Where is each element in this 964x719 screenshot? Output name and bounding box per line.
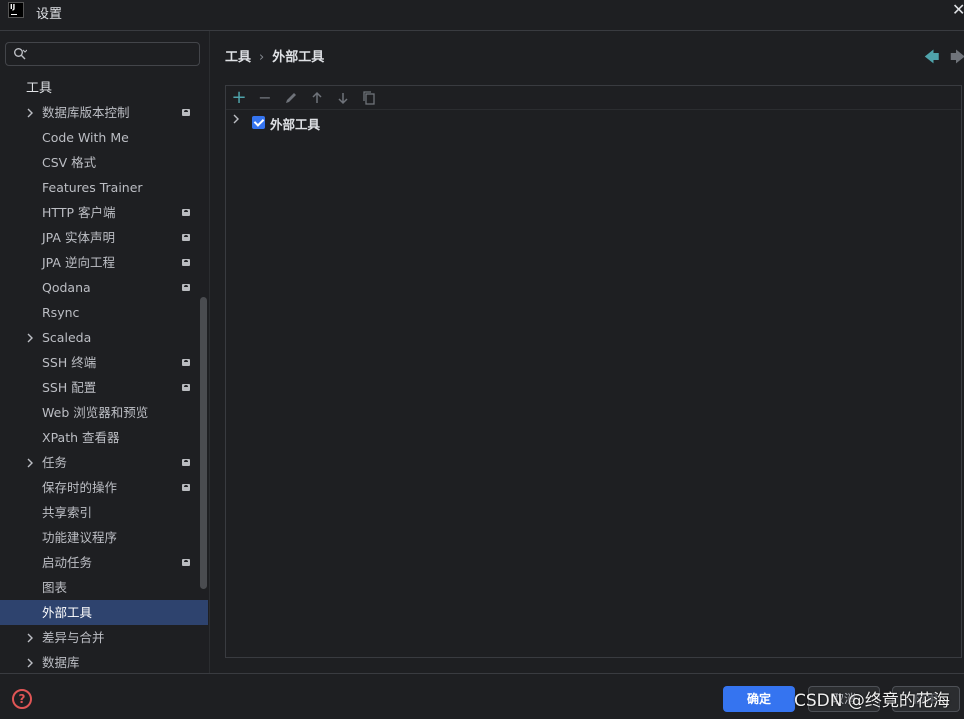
sidebar-scrollbar[interactable] xyxy=(200,297,207,589)
tool-group-label: 外部工具 xyxy=(270,117,321,132)
sidebar-item[interactable]: SSH 终端 xyxy=(0,350,208,375)
search-box[interactable] xyxy=(5,42,200,66)
title-bar: IJ 设置 ✕ xyxy=(0,0,964,31)
sidebar-item-label: 图表 xyxy=(42,580,68,595)
intellij-logo-icon: IJ xyxy=(8,2,24,18)
tree-section-tools[interactable]: 工具 xyxy=(26,77,52,96)
sidebar-item[interactable]: 保存时的操作 xyxy=(0,475,208,500)
help-icon[interactable]: ? xyxy=(12,689,32,709)
back-arrow-icon[interactable]: 🡄 xyxy=(924,47,940,72)
sidebar-item[interactable]: 图表 xyxy=(0,575,208,600)
close-icon[interactable]: ✕ xyxy=(952,0,964,19)
window-title: 设置 xyxy=(36,7,63,22)
forward-arrow-icon[interactable]: 🡆 xyxy=(950,47,964,72)
sidebar-item-label: 外部工具 xyxy=(42,605,93,620)
sidebar-item-label: 数据库版本控制 xyxy=(42,105,130,120)
sidebar-item[interactable]: HTTP 客户端 xyxy=(0,200,208,225)
sidebar-item-label: 功能建议程序 xyxy=(42,530,118,545)
sidebar-item[interactable]: 数据库 xyxy=(0,650,208,675)
sidebar-item-label: JPA 逆向工程 xyxy=(42,255,115,270)
sidebar-item[interactable]: 任务 xyxy=(0,450,208,475)
sidebar-item-label: Rsync xyxy=(42,305,80,320)
project-level-icon xyxy=(182,459,190,466)
breadcrumb-item-external-tools: 外部工具 xyxy=(272,50,325,65)
move-down-icon[interactable] xyxy=(333,88,353,108)
sidebar-item-label: 数据库 xyxy=(42,655,80,670)
project-level-icon xyxy=(182,484,190,491)
expand-chevron-icon[interactable] xyxy=(232,113,240,127)
chevron-right-icon[interactable] xyxy=(26,625,36,650)
sidebar-item[interactable]: SSH 配置 xyxy=(0,375,208,400)
chevron-right-icon[interactable] xyxy=(26,325,36,350)
sidebar-item[interactable]: 共享索引 xyxy=(0,500,208,525)
add-icon[interactable]: + xyxy=(229,88,249,108)
breadcrumb: 工具 › 外部工具 xyxy=(225,46,324,65)
project-level-icon xyxy=(182,284,190,291)
tools-toolbar: + − xyxy=(226,86,961,110)
project-level-icon xyxy=(182,384,190,391)
sidebar-item-label: 保存时的操作 xyxy=(42,480,118,495)
search-input[interactable] xyxy=(32,45,192,63)
sidebar-item[interactable]: Scaleda xyxy=(0,325,208,350)
sidebar-item-label: Features Trainer xyxy=(42,180,143,195)
sidebar-item-label: 差异与合并 xyxy=(42,630,105,645)
ok-button[interactable]: 确定 xyxy=(723,686,795,712)
sidebar-item[interactable]: 外部工具 xyxy=(0,600,208,625)
breadcrumb-item-tools[interactable]: 工具 xyxy=(225,50,251,65)
breadcrumb-separator: › xyxy=(259,50,265,65)
sidebar-item-label: 任务 xyxy=(42,455,68,470)
sidebar-item-label: 共享索引 xyxy=(42,505,93,520)
main-panel: 工具 › 外部工具 🡄 🡆 + − 外部工具 xyxy=(210,31,964,673)
sidebar-item-label: SSH 配置 xyxy=(42,380,97,395)
tool-group-checkbox[interactable] xyxy=(252,116,265,129)
watermark: CSDN @终竟的花海 xyxy=(794,691,950,711)
sidebar-item-label: Code With Me xyxy=(42,130,129,145)
tool-group-row[interactable]: 外部工具 xyxy=(226,112,961,132)
sidebar-item[interactable]: 功能建议程序 xyxy=(0,525,208,550)
search-icon xyxy=(14,48,27,60)
sidebar-item-label: HTTP 客户端 xyxy=(42,205,116,220)
settings-tree: 数据库版本控制 Code With Me CSV 格式 Features Traine… xyxy=(0,100,208,675)
sidebar-item[interactable]: XPath 查看器 xyxy=(0,425,208,450)
sidebar-item[interactable]: 启动任务 xyxy=(0,550,208,575)
external-tools-panel: + − 外部工具 xyxy=(225,85,962,658)
sidebar-item-label: Qodana xyxy=(42,280,91,295)
sidebar-item-label: XPath 查看器 xyxy=(42,430,120,445)
sidebar-item-label: SSH 终端 xyxy=(42,355,97,370)
project-level-icon xyxy=(182,234,190,241)
sidebar-item[interactable]: Web 浏览器和预览 xyxy=(0,400,208,425)
settings-sidebar: 工具 数据库版本控制 Code With Me CSV 格式 Features Tra… xyxy=(0,31,210,673)
project-level-icon xyxy=(182,359,190,366)
sidebar-item[interactable]: JPA 实体声明 xyxy=(0,225,208,250)
edit-icon[interactable] xyxy=(281,88,301,108)
sidebar-item-label: Scaleda xyxy=(42,330,92,345)
sidebar-item[interactable]: JPA 逆向工程 xyxy=(0,250,208,275)
sidebar-item[interactable]: 数据库版本控制 xyxy=(0,100,208,125)
chevron-right-icon[interactable] xyxy=(26,100,36,125)
project-level-icon xyxy=(182,559,190,566)
chevron-right-icon[interactable] xyxy=(26,450,36,475)
sidebar-item[interactable]: Qodana xyxy=(0,275,208,300)
sidebar-item[interactable]: 差异与合并 xyxy=(0,625,208,650)
sidebar-item[interactable]: CSV 格式 xyxy=(0,150,208,175)
copy-icon[interactable] xyxy=(359,88,379,108)
project-level-icon xyxy=(182,109,190,116)
sidebar-item[interactable]: Code With Me xyxy=(0,125,208,150)
sidebar-item-label: JPA 实体声明 xyxy=(42,230,115,245)
sidebar-item-label: 启动任务 xyxy=(42,555,93,570)
logo-text: IJ xyxy=(10,3,16,11)
sidebar-item[interactable]: Features Trainer xyxy=(0,175,208,200)
project-level-icon xyxy=(182,259,190,266)
sidebar-item[interactable]: Rsync xyxy=(0,300,208,325)
chevron-right-icon[interactable] xyxy=(26,650,36,675)
move-up-icon[interactable] xyxy=(307,88,327,108)
project-level-icon xyxy=(182,209,190,216)
sidebar-item-label: Web 浏览器和预览 xyxy=(42,405,149,420)
sidebar-item-label: CSV 格式 xyxy=(42,155,97,170)
remove-icon[interactable]: − xyxy=(255,88,275,108)
